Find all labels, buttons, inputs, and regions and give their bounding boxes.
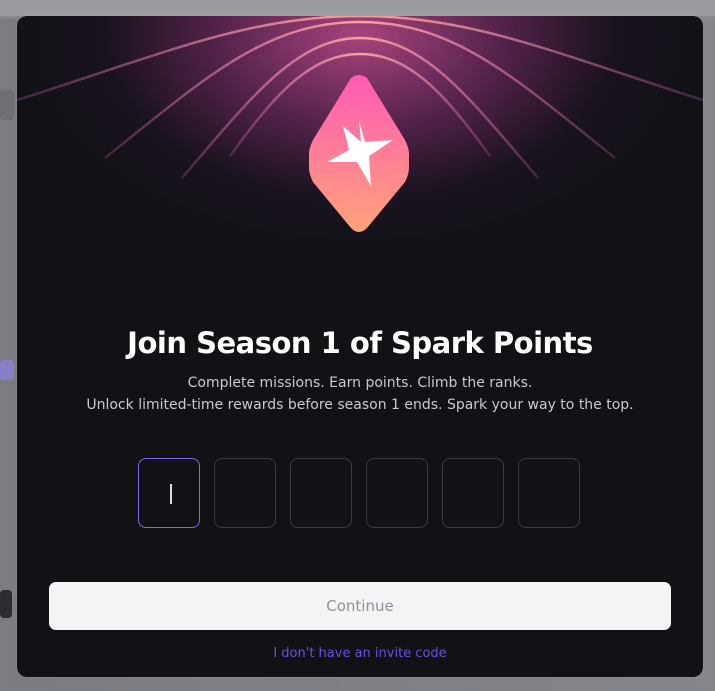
continue-button[interactable]: Continue	[49, 582, 671, 630]
background-element	[0, 90, 14, 120]
spark-star-icon	[309, 75, 409, 232]
invite-code-digit-4[interactable]	[366, 458, 428, 528]
modal-subtitle-line-1: Complete missions. Earn points. Climb th…	[187, 375, 533, 391]
invite-code-digit-6[interactable]	[518, 458, 580, 528]
invite-code-digit-3[interactable]	[290, 458, 352, 528]
invite-code-digit-5[interactable]	[442, 458, 504, 528]
background-element	[0, 590, 12, 618]
modal-title: Join Season 1 of Spark Points	[127, 326, 593, 360]
modal-subtitle-line-2: Unlock limited-time rewards before seaso…	[86, 397, 634, 413]
invite-code-digit-2[interactable]	[214, 458, 276, 528]
invite-code-inputs	[138, 458, 584, 530]
no-invite-code-link[interactable]: I don't have an invite code	[17, 646, 703, 661]
spark-badge	[307, 74, 411, 232]
background-toolbar	[0, 0, 715, 16]
background-element	[0, 360, 14, 380]
invite-code-digit-1[interactable]	[138, 458, 200, 528]
text-caret	[170, 484, 172, 504]
hero-banner	[17, 16, 703, 316]
join-season-modal: Join Season 1 of Spark Points Complete m…	[17, 16, 703, 677]
